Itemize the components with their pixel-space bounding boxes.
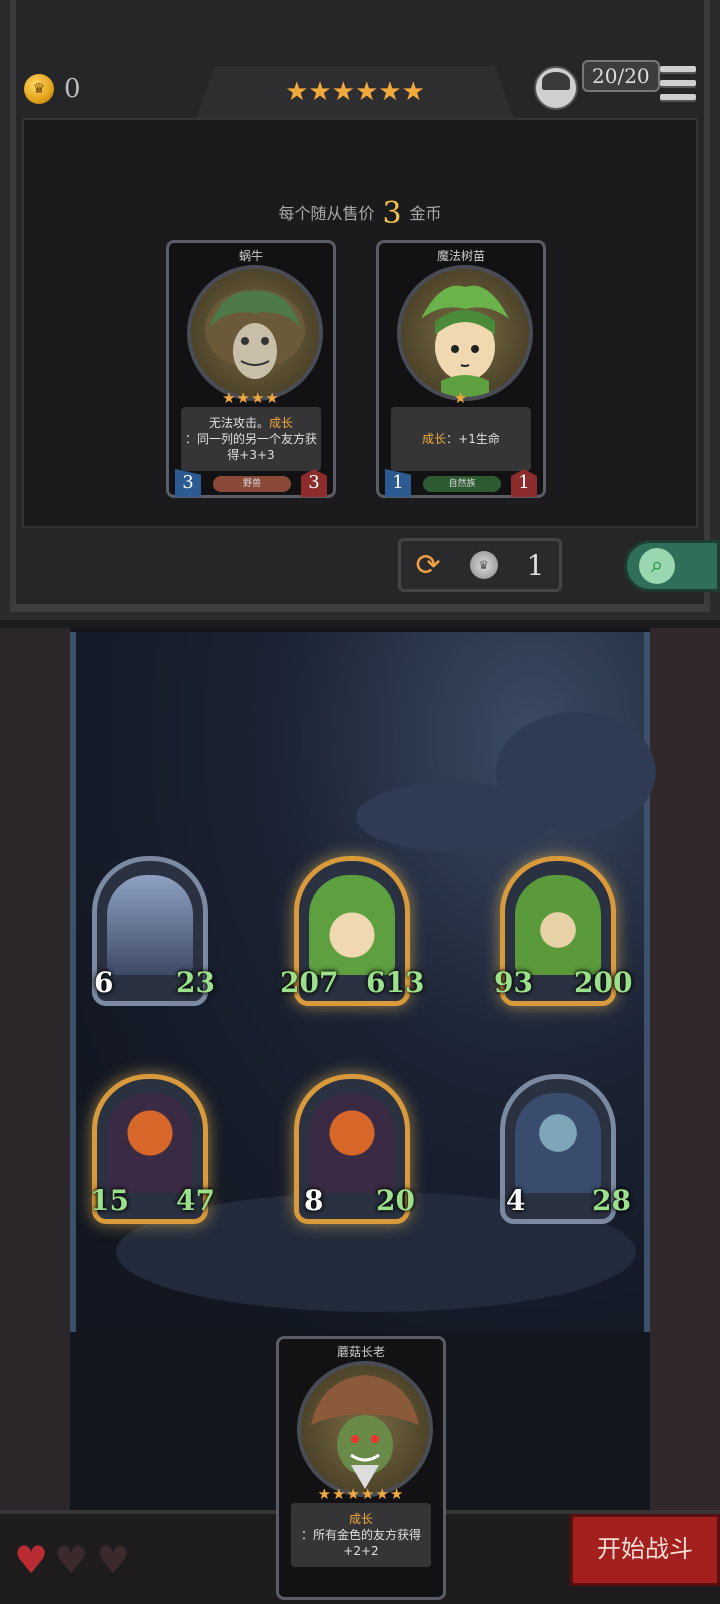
sapling-art [397,265,533,401]
refresh-icon: ⟳ [415,547,441,583]
life-heart-empty-icon: ♥ [96,1538,131,1582]
hero-avatar[interactable] [534,66,578,110]
silver-coin-icon: ♛ [469,551,498,579]
minion-health: 613 [366,966,425,999]
witch-art [515,1093,601,1193]
mushroom-elder-art [297,1361,433,1497]
minion-count: 20/20 [582,60,660,92]
life-heart-empty-icon: ♥ [54,1538,89,1582]
refresh-cost: 1 [526,548,545,582]
dragon-art [107,875,193,975]
cloud [356,782,556,852]
tavern-tier-banner: ★★★★★★ [196,66,514,118]
card-stars: ★ [453,389,469,407]
refresh-button[interactable]: ⟳ ♛ 1 [398,538,562,592]
shop-card-snail[interactable]: 蜗牛 ★★★★ 无法攻击。成长 ：同一列的另一个友方获得+3+3 3 野兽 3 [166,240,336,498]
ability-pre: 无法攻击。 [208,416,269,430]
minion-attack: 4 [506,1184,526,1217]
price-value: 3 [382,196,402,231]
minion-attack: 207 [280,966,339,999]
tier-stars: ★★★★★★ [285,77,425,107]
card-attack: 1 [385,469,411,497]
price-suffix: 金币 [409,204,442,223]
ability-text: ：+1生命 [446,432,500,446]
ability-text: ：所有金色的友方获得+2+2 [300,1528,421,1558]
gold-display: ♛ 0 [24,74,81,104]
minion-health: 20 [376,1184,415,1217]
minion-attack: 93 [494,966,533,999]
ability-keyword: 成长 [422,432,447,446]
ability-text: ：同一列的另一个友方获得+3+3 [184,432,317,462]
card-ability: 成长 ：所有金色的友方获得+2+2 [291,1503,431,1567]
card-ability: 成长：+1生命 [391,407,531,471]
snail-art [187,265,323,401]
card-name: 蜗牛 [238,249,263,263]
minion-attack: 15 [90,1184,129,1217]
shop-card-magic-sapling[interactable]: 魔法树苗 ★ 成长：+1生命 1 自然族 1 [376,240,546,498]
search-icon: ⌕ [639,548,675,584]
minion-health: 23 [176,966,215,999]
start-battle-button[interactable]: 开始战斗 [570,1514,720,1586]
card-tribe: 野兽 [213,476,291,492]
minion-attack: 8 [304,1184,324,1217]
card-ability: 无法攻击。成长 ：同一列的另一个友方获得+3+3 [181,407,321,471]
minion-health: 28 [592,1184,631,1217]
price-prefix: 每个随从售价 [278,204,375,223]
sell-price-info: 每个随从售价 3 金币 [0,196,720,231]
ability-keyword: 成长 [348,1512,373,1526]
menu-icon[interactable] [660,66,696,100]
hand-card-mushroom-elder[interactable]: 蘑菇长老 ★★★★★★ 成长 ：所有金色的友方获得+2+2 [276,1336,446,1600]
minion-health: 200 [574,966,633,999]
card-stars: ★★★★ [222,389,280,407]
card-health: 3 [301,469,327,497]
card-health: 1 [511,469,537,497]
sapling-art [309,875,395,975]
card-stars: ★★★★★★ [317,1485,405,1503]
search-button[interactable]: ⌕ [624,540,720,592]
treant-art [515,875,601,975]
life-heart-icon: ♥ [14,1538,49,1582]
card-name: 魔法树苗 [436,249,485,263]
card-name: 蘑菇长老 [336,1345,385,1359]
gold-amount: 0 [64,74,81,104]
minion-attack: 6 [94,966,114,999]
crown-coin-icon: ♛ [24,74,54,104]
ability-keyword: 成长 [269,416,294,430]
shop-panel: ♛ 0 ★★★★★★ 20/20 每个随从售价 3 金币 蜗牛 ★★★★ 无法攻击。… [0,0,720,620]
pumpkin-art [107,1093,193,1193]
minion-health: 47 [176,1184,215,1217]
shop-area [22,118,698,528]
card-attack: 3 [175,469,201,497]
pumpkin-art [309,1093,395,1193]
card-tribe: 自然族 [423,476,501,492]
